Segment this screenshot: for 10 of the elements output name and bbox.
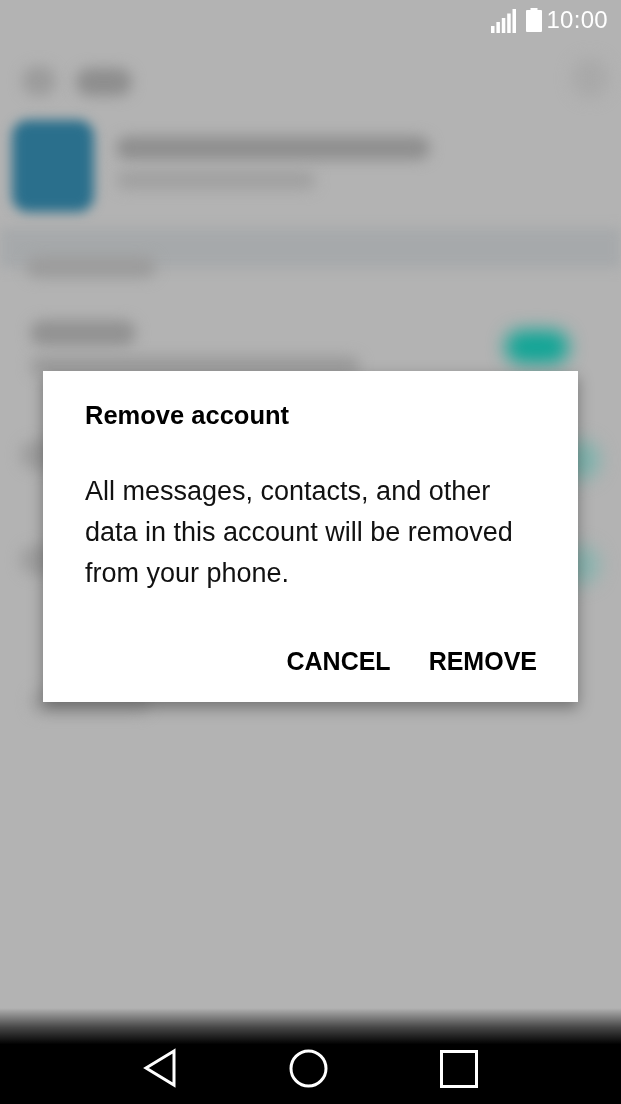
- back-icon[interactable]: [143, 1048, 177, 1088]
- battery-icon: [526, 8, 543, 32]
- clock-time: 10:00: [546, 6, 608, 34]
- dialog-message: All messages, contacts, and other data in this account will be removed from your phone.: [85, 475, 514, 590]
- home-icon[interactable]: [289, 1049, 328, 1088]
- signal-strength-icon: [491, 8, 517, 33]
- recent-apps-icon[interactable]: [440, 1050, 478, 1088]
- confirm-button[interactable]: REMOVE: [411, 638, 554, 684]
- dialog-button[interactable]: CANCEL: [269, 638, 408, 684]
- dialog-title: Remove account: [85, 400, 290, 431]
